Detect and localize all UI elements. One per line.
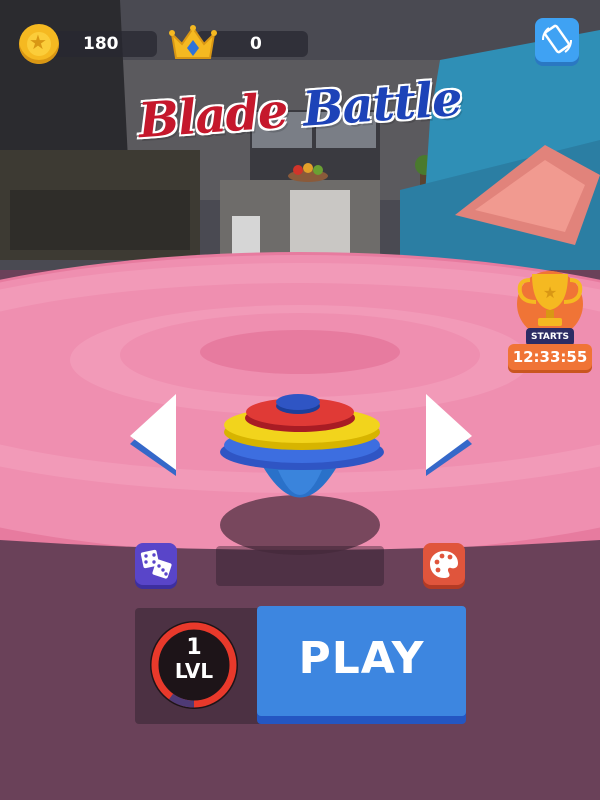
coin-count: 180 (83, 34, 119, 54)
screen-rotate-icon (542, 24, 572, 54)
level-indicator: 1 LVL (147, 635, 241, 683)
next-top-button[interactable] (422, 392, 476, 478)
tournament-button[interactable]: ★ STARTS 12:33:55 (508, 268, 592, 378)
level-number: 1 (186, 635, 202, 660)
palette-icon (430, 551, 458, 578)
svg-text:★: ★ (543, 283, 557, 302)
coin-counter: 180 (45, 31, 157, 57)
random-top-button[interactable] (135, 543, 177, 585)
previous-top-button[interactable] (126, 392, 180, 478)
play-button[interactable]: PLAY (257, 606, 466, 716)
coin-icon: ★ (19, 24, 59, 64)
arrow-right-icon (426, 394, 472, 476)
game-title-word-2: Battle (301, 70, 464, 138)
crown-icon (169, 25, 217, 59)
level-label: LVL (174, 659, 214, 683)
tournament-timer: 12:33:55 (508, 344, 592, 370)
screen-rotate-button[interactable] (535, 18, 579, 62)
skin-palette-button[interactable] (423, 543, 465, 585)
arrow-left-icon (130, 394, 176, 476)
game-title-word-1: Blade (136, 82, 290, 150)
dice-icon (140, 549, 172, 579)
top-name-panel (216, 546, 384, 586)
crown-count: 0 (250, 34, 262, 54)
